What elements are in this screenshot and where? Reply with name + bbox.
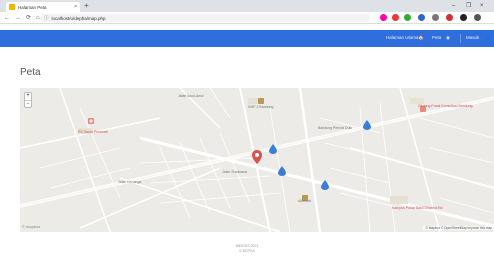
mapbox-logo[interactable]: © mapbox — [22, 224, 40, 229]
globe-icon: ◉ — [446, 35, 450, 40]
home-icon: 🏠 — [418, 35, 424, 40]
nav-dashboard[interactable]: Halaman Utama — [386, 35, 419, 40]
footer-line: © DEPHA — [239, 249, 255, 253]
marker-blue[interactable] — [278, 166, 286, 176]
menu-icon[interactable] — [474, 14, 481, 21]
back-icon[interactable]: ← — [4, 15, 10, 21]
map-label: Jalan Kenanga — [118, 180, 142, 184]
marker-blue[interactable] — [269, 144, 277, 154]
zoom-out-button[interactable]: - — [25, 100, 31, 107]
marker-blue[interactable] — [363, 120, 371, 130]
reload-icon[interactable]: ⟳ — [26, 14, 31, 21]
close-window-button[interactable]: × — [480, 1, 484, 11]
favicon-icon — [9, 4, 15, 10]
app-navbar: Halaman Utama 🏠 Peta ◉ Masuk 👤 — [0, 30, 494, 47]
browser-tab-bar: Halaman Peta × + – ❐ × — [0, 0, 494, 12]
hospital-poi-icon — [88, 118, 94, 124]
map-label: Kampus Pusat Bakti Dharma Eki — [392, 206, 443, 210]
footer: WEBGIS 2021 © DEPHA — [0, 244, 494, 254]
school-poi-icon — [258, 98, 264, 104]
browser-tab[interactable]: Halaman Peta × — [6, 2, 80, 12]
url-input[interactable]: ⓘ localhost/u/depha/map.php — [40, 14, 370, 22]
marker-blue[interactable] — [321, 180, 329, 190]
profile-icon[interactable] — [446, 14, 453, 21]
minimize-button[interactable]: – — [452, 1, 455, 11]
extension-icon[interactable] — [380, 14, 387, 21]
user-icon[interactable]: 👤 — [485, 35, 491, 41]
close-tab-icon[interactable]: × — [74, 4, 77, 10]
zoom-in-button[interactable]: + — [25, 93, 31, 100]
maximize-button[interactable]: ❐ — [466, 1, 471, 11]
zoom-control: + - — [24, 92, 32, 108]
map-canvas[interactable] — [20, 88, 494, 232]
map-label: Jalan Awul-Awul — [178, 94, 204, 98]
navbar-divider — [460, 34, 461, 43]
extension-icon[interactable] — [418, 14, 425, 21]
new-tab-button[interactable]: + — [84, 1, 89, 11]
marker-red[interactable] — [252, 150, 262, 164]
map-label: Alfamart — [298, 199, 312, 203]
map-label: Gedung Pusat Konsultasi Bandung — [418, 104, 473, 108]
nav-user[interactable]: Masuk — [466, 35, 479, 40]
extension-icon[interactable] — [404, 14, 411, 21]
map-label: Bandung Permai Dulu — [318, 126, 353, 130]
forward-icon[interactable]: → — [15, 15, 21, 21]
map-attribution[interactable]: © Mapbox © OpenStreetMap Improve this ma… — [423, 226, 494, 230]
page-title: Peta — [20, 67, 41, 78]
map-label: SMP 2 Bandung — [248, 105, 274, 109]
extension-icon[interactable] — [460, 14, 467, 21]
tab-title: Halaman Peta — [18, 4, 47, 10]
info-icon: ⓘ — [44, 15, 49, 20]
extension-icon[interactable] — [392, 14, 399, 21]
map-label: RS Santa Perawati — [78, 130, 108, 134]
map-label: Jalan Sumbawa — [222, 170, 247, 174]
nav-peta[interactable]: Peta — [432, 35, 441, 40]
extension-icon[interactable] — [432, 14, 439, 21]
url-text: localhost/u/depha/map.php — [51, 15, 106, 21]
